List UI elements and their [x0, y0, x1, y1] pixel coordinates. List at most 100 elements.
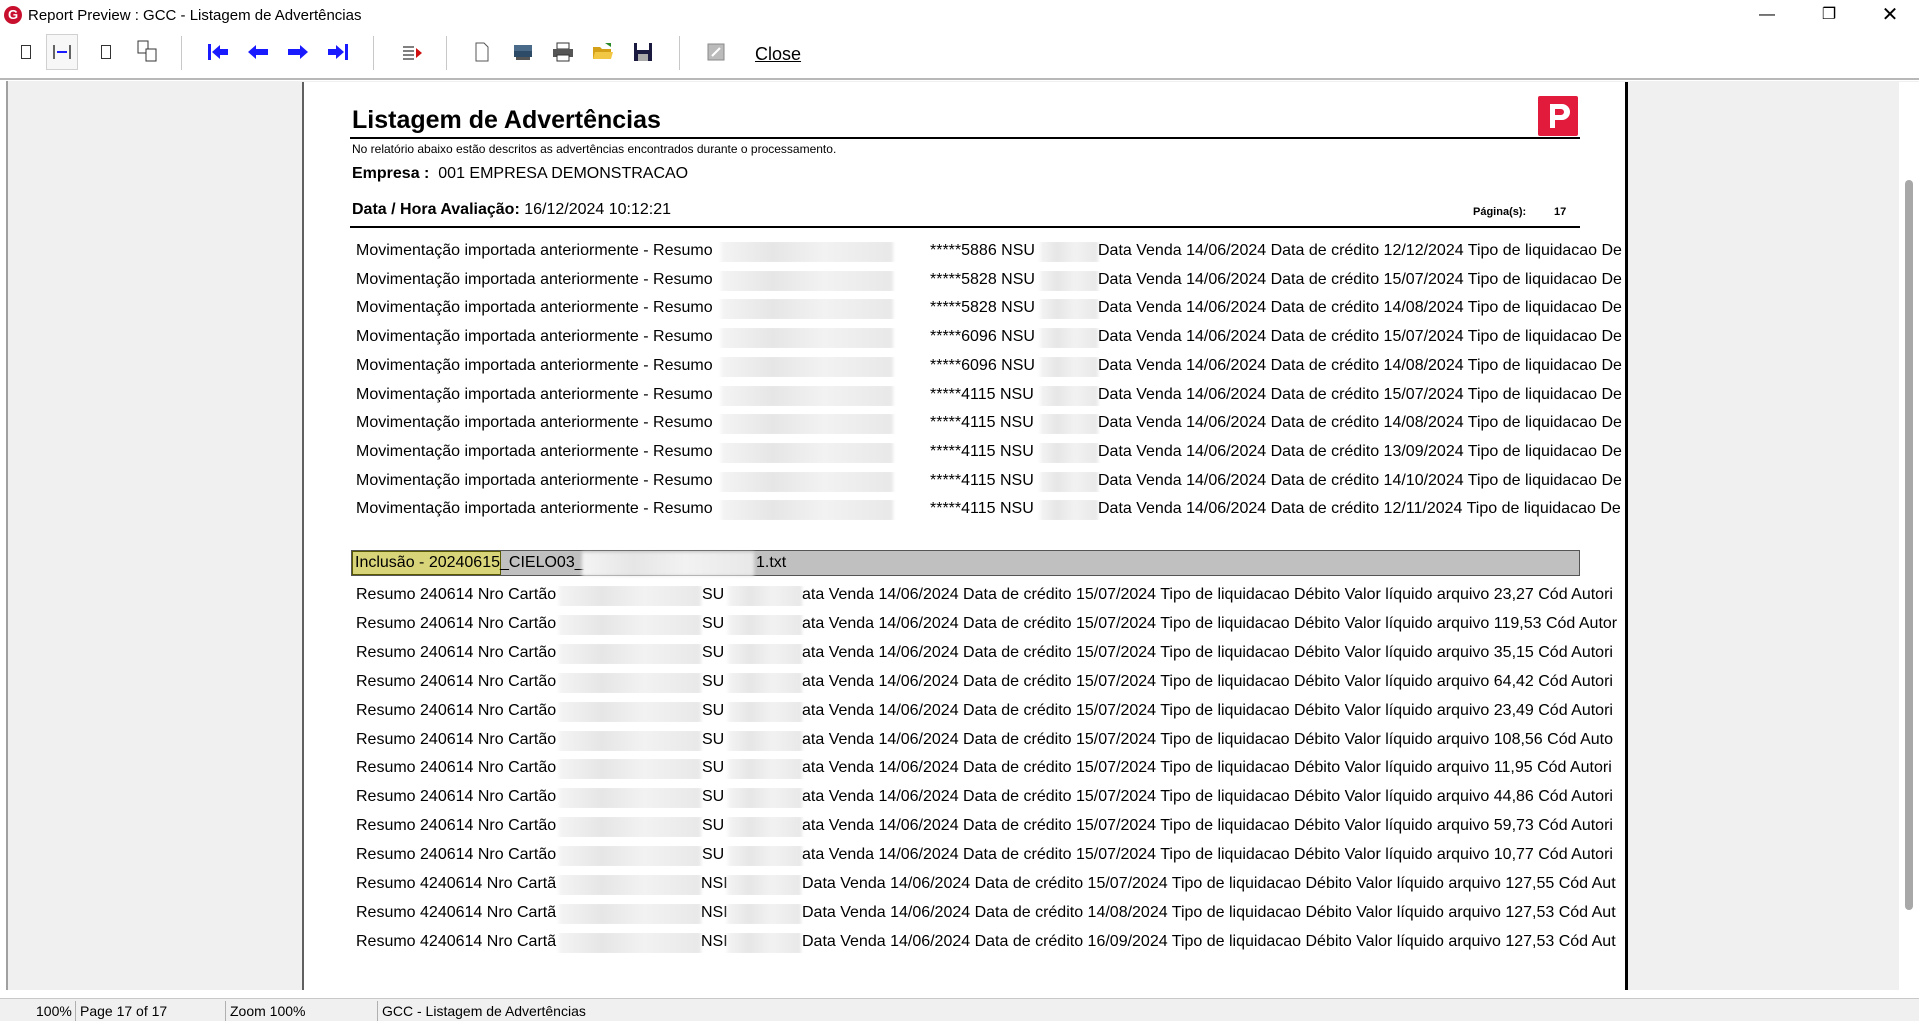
- redacted-card-number: [559, 643, 701, 664]
- row-details: ata Venda 14/06/2024 Data de crédito 15/…: [802, 759, 1612, 777]
- minimize-button[interactable]: —: [1743, 0, 1791, 30]
- row-details: ata Venda 14/06/2024 Data de crédito 15/…: [802, 643, 1613, 661]
- row-prefix: Resumo 240614 Nro Cartão: [356, 672, 557, 690]
- report-description: No relatório abaixo estão descritos as a…: [352, 142, 837, 156]
- redacted-nsu: [727, 932, 801, 953]
- row-nsu: SU: [702, 788, 725, 806]
- redacted-resumo: [721, 414, 893, 435]
- warning-row: Movimentação importada anteriormente - R…: [356, 500, 1624, 521]
- evaluation-datetime-line: Data / Hora Avaliação: 16/12/2024 10:12:…: [352, 201, 671, 219]
- row-card: *****4115 NSU: [930, 442, 1034, 460]
- row-prefix: Movimentação importada anteriormente - R…: [356, 299, 713, 317]
- open-button[interactable]: [587, 34, 619, 70]
- redacted-card-number: [559, 903, 701, 924]
- redacted-nsu: [1040, 385, 1098, 406]
- row-nsu: SU: [702, 817, 725, 835]
- row-details: Data Venda 14/06/2024 Data de crédito 15…: [1098, 270, 1622, 288]
- evaluation-datetime-value: 16/12/2024 10:12:21: [524, 201, 672, 218]
- redacted-nsu: [728, 643, 802, 664]
- floppy-disk-icon: [634, 43, 652, 61]
- inclusion-row: Resumo 240614 Nro Cartão SU ata Venda 14/0…: [356, 586, 1624, 606]
- restore-button[interactable]: ❐: [1805, 0, 1853, 30]
- save-button[interactable]: [627, 34, 659, 70]
- inclusion-row: Resumo 240614 Nro Cartão SU ata Venda 14/0…: [356, 614, 1624, 635]
- page-width-icon: [53, 45, 71, 59]
- redacted-nsu: [728, 846, 802, 867]
- inclusion-row: Resumo 240614 Nro Cartão SU ata Venda 14/0…: [356, 672, 1624, 693]
- warning-row: Movimentação importada anteriormente - R…: [356, 414, 1624, 435]
- row-prefix: Movimentação importada anteriormente - R…: [356, 385, 713, 403]
- row-nsu: SU: [702, 846, 725, 864]
- row-prefix: Resumo 240614 Nro Cartão: [356, 759, 557, 777]
- page-width-button[interactable]: [46, 34, 78, 70]
- row-card: *****4115 NSU: [930, 471, 1034, 489]
- redacted-nsu: [1040, 471, 1098, 492]
- edit-button[interactable]: [700, 34, 732, 70]
- last-page-button[interactable]: [322, 34, 354, 70]
- row-prefix: Movimentação importada anteriormente - R…: [356, 500, 713, 518]
- redacted-card-number: [559, 817, 701, 838]
- row-card: *****6096 NSU: [930, 356, 1035, 374]
- row-details: ata Venda 14/06/2024 Data de crédito 15/…: [802, 672, 1613, 690]
- row-prefix: Movimentação importada anteriormente - R…: [356, 328, 713, 346]
- close-button[interactable]: Close: [755, 44, 801, 65]
- row-prefix: Resumo 240614 Nro Cartão: [356, 614, 557, 632]
- redacted-card-number: [559, 701, 701, 722]
- redacted-nsu: [1040, 328, 1098, 349]
- redacted-nsu: [1040, 356, 1098, 377]
- multi-page-button[interactable]: [132, 34, 164, 70]
- row-details: Data Venda 14/06/2024 Data de crédito 14…: [802, 903, 1616, 921]
- redacted-card-number: [559, 846, 701, 867]
- company-logo-icon: [1538, 96, 1578, 136]
- redacted-resumo: [721, 356, 893, 377]
- header-rule: [350, 137, 1580, 139]
- toolbar: Close: [0, 30, 1919, 80]
- print-button[interactable]: [547, 34, 579, 70]
- app-logo-icon: G: [4, 6, 22, 24]
- inclusion-row: Resumo 240614 Nro Cartão SU ata Venda 14/0…: [356, 788, 1624, 809]
- row-details: ata Venda 14/06/2024 Data de crédito 15/…: [802, 788, 1613, 806]
- next-page-button[interactable]: [282, 34, 314, 70]
- redacted-nsu: [1040, 270, 1098, 291]
- row-details: Data Venda 14/06/2024 Data de crédito 13…: [1098, 442, 1622, 460]
- row-details: Data Venda 14/06/2024 Data de crédito 12…: [1098, 500, 1621, 518]
- inclusion-row: Resumo 240614 Nro Cartão SU ata Venda 14/0…: [356, 846, 1624, 867]
- row-card: *****4115 NSU: [930, 500, 1034, 518]
- page-count-label: Página(s):: [1473, 206, 1527, 218]
- redacted-nsu: [1040, 414, 1098, 435]
- redacted-resumo: [721, 328, 893, 349]
- redacted-nsu: [728, 701, 802, 722]
- row-details: Data Venda 14/06/2024 Data de crédito 15…: [802, 875, 1616, 892]
- redacted-filename: [582, 552, 754, 576]
- row-details: Data Venda 14/06/2024 Data de crédito 14…: [1098, 356, 1622, 374]
- title-bar: G Report Preview : GCC - Listagem de Adv…: [0, 0, 1919, 30]
- new-document-button[interactable]: [466, 34, 498, 70]
- report-title: Listagem de Advertências: [352, 106, 661, 134]
- row-prefix: Resumo 4240614 Nro Cartã: [356, 903, 557, 921]
- warning-row: Movimentação importada anteriormente - R…: [356, 270, 1624, 291]
- previous-page-button[interactable]: [242, 34, 274, 70]
- subheader-rule: [350, 226, 1580, 228]
- row-details: ata Venda 14/06/2024 Data de crédito 15/…: [802, 730, 1613, 748]
- row-prefix: Resumo 240614 Nro Cartão: [356, 586, 557, 603]
- full-page-button[interactable]: [90, 34, 122, 70]
- first-page-button[interactable]: [202, 34, 234, 70]
- scrollbar-thumb[interactable]: [1905, 180, 1913, 910]
- inclusion-row: Resumo 240614 Nro Cartão SU ata Venda 14/0…: [356, 759, 1624, 780]
- single-page-button[interactable]: [10, 34, 42, 70]
- folder-open-icon: [593, 43, 613, 59]
- status-zoom-percent: 100%: [32, 1001, 76, 1021]
- document-icon: [475, 42, 489, 62]
- next-arrow-icon: [288, 45, 308, 59]
- export-button[interactable]: [507, 34, 539, 70]
- redacted-resumo: [721, 242, 893, 262]
- status-page: Page 17 of 17: [76, 1001, 226, 1021]
- redacted-nsu: [728, 759, 802, 780]
- row-details: Data Venda 14/06/2024 Data de crédito 12…: [1098, 242, 1622, 259]
- close-window-button[interactable]: ✕: [1866, 0, 1914, 30]
- warning-row: Movimentação importada anteriormente - R…: [356, 242, 1624, 262]
- go-to-page-button[interactable]: [396, 34, 428, 70]
- redacted-nsu: [727, 903, 801, 924]
- single-page-icon: [21, 45, 31, 59]
- row-nsu: SU: [702, 672, 725, 690]
